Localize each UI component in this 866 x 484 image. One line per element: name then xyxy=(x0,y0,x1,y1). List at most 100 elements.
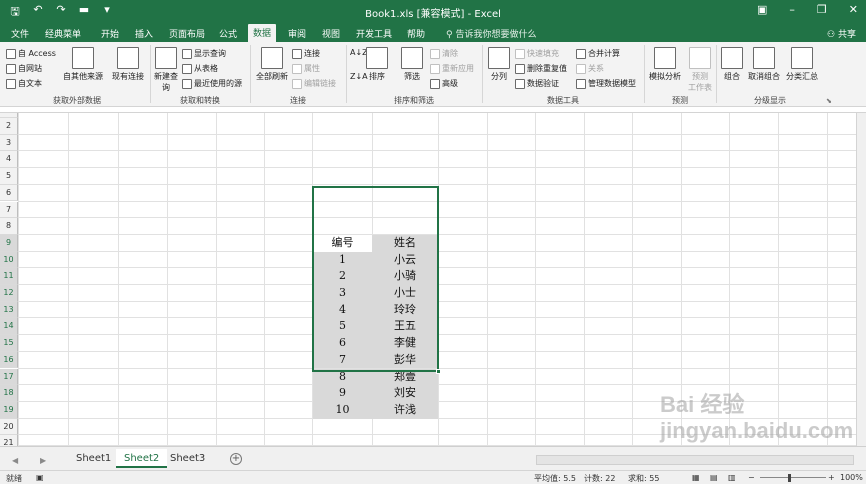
row-header[interactable]: 11 xyxy=(0,268,18,285)
clear-button[interactable]: 清除 xyxy=(430,48,458,59)
table-cell-name[interactable]: 郑壹 xyxy=(372,368,438,386)
fill-handle[interactable] xyxy=(436,369,441,374)
tab-formulas[interactable]: 公式 xyxy=(214,25,242,42)
table-cell-name[interactable]: 玲玲 xyxy=(372,301,438,319)
subtotal-button[interactable]: 分类汇总 xyxy=(784,47,820,82)
table-cell-id[interactable]: 9 xyxy=(313,385,372,402)
page-layout-view-icon[interactable]: ▤ xyxy=(710,473,718,482)
tab-file[interactable]: 文件 xyxy=(6,25,34,42)
from-table-button[interactable]: 从表格 xyxy=(182,63,218,74)
table-cell-name[interactable]: 小士 xyxy=(372,285,438,302)
close-icon[interactable]: ✕ xyxy=(849,3,858,16)
table-cell-name[interactable]: 刘安 xyxy=(372,385,438,402)
table-cell-name[interactable]: 小骑 xyxy=(372,268,438,285)
table-cell-id[interactable]: 2 xyxy=(313,268,372,285)
table-cell-name[interactable]: 彭华 xyxy=(372,351,438,369)
table-cell-name[interactable]: 许浅 xyxy=(372,401,438,419)
from-access-button[interactable]: 自 Access xyxy=(6,48,56,59)
add-sheet-icon[interactable]: + xyxy=(230,453,242,465)
normal-view-icon[interactable]: ▦ xyxy=(692,473,700,482)
row-header[interactable]: 17 xyxy=(0,368,18,386)
row-header[interactable]: 19 xyxy=(0,401,18,419)
horizontal-scrollbar[interactable] xyxy=(536,455,854,465)
table-cell-name[interactable]: 小云 xyxy=(372,251,438,269)
sort-button[interactable]: 排序 xyxy=(366,47,388,82)
table-cell-name[interactable]: 李健 xyxy=(372,335,438,352)
row-header[interactable]: 5 xyxy=(0,168,18,185)
data-validation-button[interactable]: 数据验证 xyxy=(515,78,559,89)
row-header[interactable]: 12 xyxy=(0,285,18,302)
sheet-next-icon[interactable]: ▶ xyxy=(40,456,46,465)
tab-insert[interactable]: 插入 xyxy=(130,25,158,42)
from-text-button[interactable]: 自文本 xyxy=(6,78,42,89)
tell-me-box[interactable]: ⚲ 告诉我你想要做什么 xyxy=(446,27,536,40)
minimize-icon[interactable]: – xyxy=(789,3,795,16)
header-cell-name[interactable]: 姓名 xyxy=(372,234,438,252)
table-cell-id[interactable]: 8 xyxy=(313,368,372,386)
sheet-tab-sheet1[interactable]: Sheet1 xyxy=(68,451,119,466)
tab-review[interactable]: 审阅 xyxy=(283,25,311,42)
row-header[interactable]: 16 xyxy=(0,351,18,369)
text-to-columns-button[interactable]: 分列 xyxy=(486,47,512,82)
table-cell-id[interactable]: 4 xyxy=(313,301,372,319)
row-header[interactable]: 13 xyxy=(0,301,18,319)
sort-descending-button[interactable]: Z↓A xyxy=(350,72,368,81)
row-header[interactable]: 7 xyxy=(0,201,18,219)
row-header[interactable]: 8 xyxy=(0,218,18,235)
other-sources-button[interactable]: 自其他来源 xyxy=(60,47,106,82)
manage-data-model-button[interactable]: 管理数据模型 xyxy=(576,78,636,89)
from-web-button[interactable]: 自网站 xyxy=(6,63,42,74)
connections-button[interactable]: 连接 xyxy=(292,48,320,59)
tab-classic-menu[interactable]: 经典菜单 xyxy=(40,25,86,42)
restore-icon[interactable]: ❐ xyxy=(817,3,827,16)
sheet-prev-icon[interactable]: ◀ xyxy=(12,456,18,465)
flash-fill-button[interactable]: 快速填充 xyxy=(515,48,559,59)
row-header[interactable]: 15 xyxy=(0,335,18,352)
ribbon-display-icon[interactable]: ▣ xyxy=(757,3,767,16)
table-cell-name[interactable]: 王五 xyxy=(372,318,438,336)
vertical-scrollbar[interactable] xyxy=(856,113,866,446)
sheet-tab-sheet2[interactable]: Sheet2 xyxy=(116,449,168,468)
table-cell-id[interactable]: 10 xyxy=(313,401,372,419)
header-cell-id[interactable]: 编号 xyxy=(313,234,372,252)
zoom-level[interactable]: 100% xyxy=(840,473,863,482)
new-query-button[interactable]: 新建查询 xyxy=(152,47,180,93)
page-break-view-icon[interactable]: ▥ xyxy=(728,473,736,482)
sort-ascending-button[interactable]: A↓Z xyxy=(350,48,368,57)
what-if-analysis-button[interactable]: 模拟分析 xyxy=(646,47,684,82)
relationships-button[interactable]: 关系 xyxy=(576,63,604,74)
row-header[interactable]: 18 xyxy=(0,385,18,402)
tab-developer[interactable]: 开发工具 xyxy=(351,25,397,42)
sheet-tab-sheet3[interactable]: Sheet3 xyxy=(162,451,213,466)
row-header[interactable]: 9 xyxy=(0,234,18,252)
share-button[interactable]: ⚇ 共享 xyxy=(827,27,856,40)
tab-page-layout[interactable]: 页面布局 xyxy=(164,25,210,42)
zoom-in-icon[interactable]: + xyxy=(828,473,835,482)
refresh-all-button[interactable]: 全部刷新 xyxy=(254,47,290,82)
table-cell-id[interactable]: 1 xyxy=(313,251,372,269)
row-header[interactable]: 4 xyxy=(0,151,18,169)
tab-home[interactable]: 开始 xyxy=(96,25,124,42)
remove-duplicates-button[interactable]: 删除重复值 xyxy=(515,63,567,74)
reapply-button[interactable]: 重新应用 xyxy=(430,63,474,74)
table-cell-id[interactable]: 7 xyxy=(313,351,372,369)
ungroup-button[interactable]: 取消组合 xyxy=(746,47,782,82)
row-header[interactable]: 14 xyxy=(0,318,18,336)
row-header[interactable]: 20 xyxy=(0,418,18,436)
zoom-slider[interactable] xyxy=(760,477,826,478)
table-cell-id[interactable]: 5 xyxy=(313,318,372,336)
consolidate-button[interactable]: 合并计算 xyxy=(576,48,620,59)
filter-button[interactable]: 筛选 xyxy=(398,47,426,82)
tab-help[interactable]: 帮助 xyxy=(402,25,430,42)
row-header[interactable]: 6 xyxy=(0,184,18,202)
tab-view[interactable]: 视图 xyxy=(317,25,345,42)
recent-sources-button[interactable]: 最近使用的源 xyxy=(182,78,242,89)
group-button[interactable]: 组合 xyxy=(720,47,744,82)
tab-data[interactable]: 数据 xyxy=(248,24,277,42)
zoom-out-icon[interactable]: − xyxy=(748,473,755,482)
properties-button[interactable]: 属性 xyxy=(292,63,320,74)
zoom-slider-thumb[interactable] xyxy=(788,474,791,482)
row-header[interactable]: 2 xyxy=(0,118,18,135)
table-cell-id[interactable]: 6 xyxy=(313,335,372,352)
forecast-sheet-button[interactable]: 预测 工作表 xyxy=(686,47,714,93)
